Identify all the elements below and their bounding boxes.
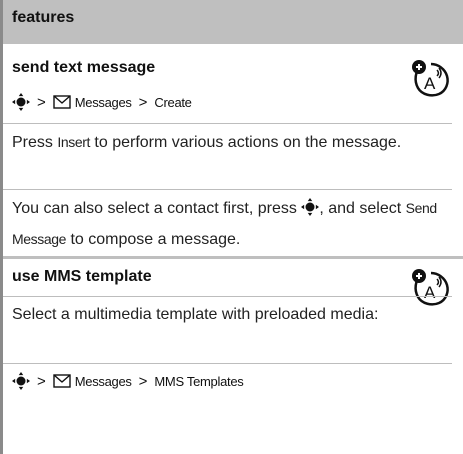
section-title-send-text-message: send text message xyxy=(12,59,156,76)
divider xyxy=(3,123,452,124)
nav-key-icon xyxy=(12,93,30,111)
menu-path-create: > Messages > Create xyxy=(12,93,192,111)
nav-key-icon xyxy=(12,372,30,390)
messages-label: Messages xyxy=(74,373,132,389)
header-title: features xyxy=(12,9,75,26)
messages-label: Messages xyxy=(74,94,132,110)
envelope-icon xyxy=(53,374,71,388)
paragraph-insert: Press Insert to perform various actions … xyxy=(12,134,402,151)
mms-templates-label: MMS Templates xyxy=(154,373,244,389)
insert-key-label: Insert xyxy=(57,134,90,150)
nav-key-icon xyxy=(301,198,320,216)
network-antenna-icon: A xyxy=(412,60,449,97)
table-header: features xyxy=(3,0,463,44)
svg-text:A: A xyxy=(424,74,436,93)
paragraph-mms-template: Select a multimedia template with preloa… xyxy=(12,306,379,323)
divider xyxy=(3,189,452,190)
create-label: Create xyxy=(154,94,192,110)
divider xyxy=(3,363,452,364)
divider xyxy=(3,296,452,297)
section-divider xyxy=(3,256,463,259)
section-title-use-mms-template: use MMS template xyxy=(12,268,152,285)
envelope-icon xyxy=(53,95,71,109)
paragraph-send-message: You can also select a contact first, pre… xyxy=(12,198,437,248)
features-table: features send text message A > Messages … xyxy=(0,0,463,454)
menu-path-mms-templates: > Messages > MMS Templates xyxy=(12,372,244,390)
